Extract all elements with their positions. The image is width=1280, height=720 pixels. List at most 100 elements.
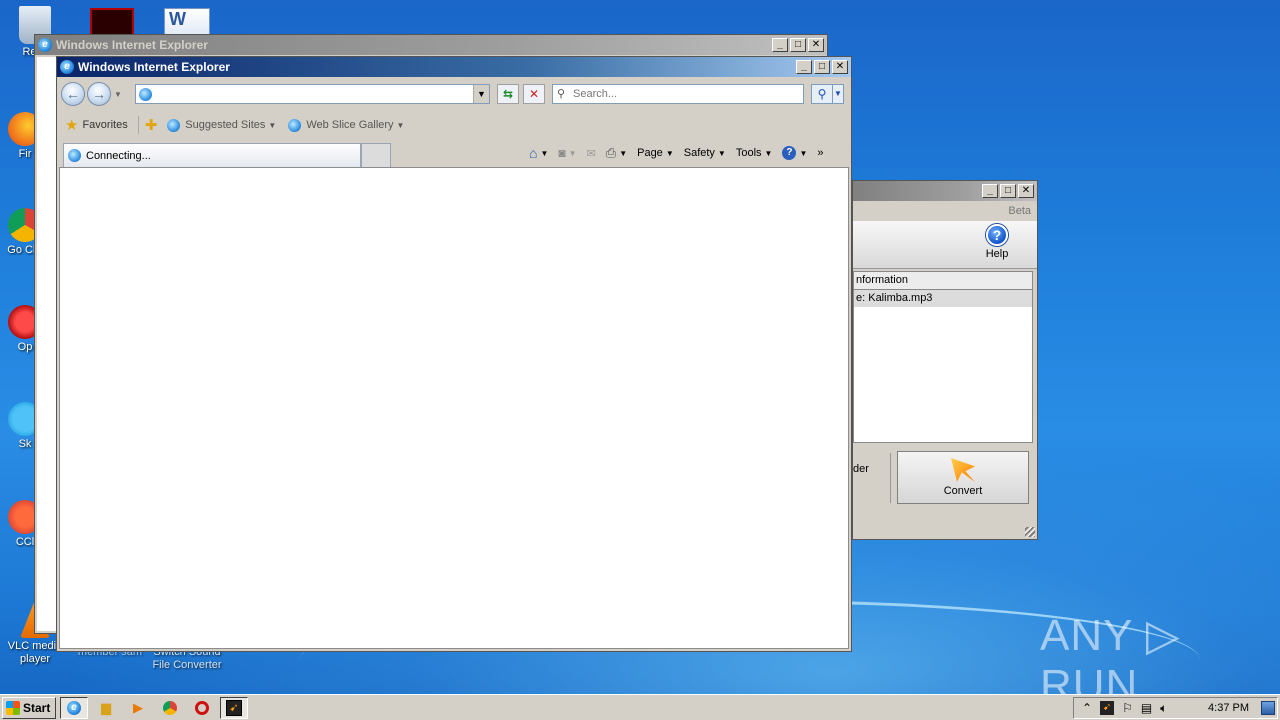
clock[interactable]: 4:37 PM	[1208, 702, 1249, 714]
print-button[interactable]: ⎙ ▼	[606, 145, 627, 161]
favorites-button[interactable]: ★ Favorites	[65, 116, 128, 134]
chevron-down-icon: ▼	[396, 120, 405, 130]
page-menu[interactable]: Page ▼	[637, 147, 674, 159]
new-tab-button[interactable]	[361, 143, 391, 167]
show-desktop-button[interactable]	[1261, 701, 1275, 715]
search-options-dropdown[interactable]: ▼	[832, 84, 844, 104]
page-content[interactable]	[59, 167, 849, 649]
back-button[interactable]: ←	[61, 82, 85, 106]
address-dropdown-icon[interactable]: ▼	[473, 85, 489, 103]
taskbar-media-player-button[interactable]: ▶	[124, 697, 152, 719]
chevron-down-icon: ▼	[268, 120, 277, 130]
address-bar[interactable]: ▼	[135, 84, 490, 104]
chevron-down-icon: ▼	[799, 148, 808, 158]
list-column-header[interactable]: nformation	[854, 272, 1032, 290]
command-bar: ⌂ ▼ ◙ ▼ ✉ ⎙ ▼ Page ▼ Safety ▼ Tools ▼ ? ▼ »	[519, 145, 824, 161]
rss-icon: ◙	[558, 146, 566, 160]
media-player-icon: ▶	[133, 699, 143, 715]
close-button[interactable]: ✕	[832, 60, 848, 74]
tab-label: Connecting...	[86, 149, 151, 162]
help-button[interactable]: ? Help	[977, 224, 1017, 260]
show-hidden-icons-icon[interactable]: ⌃	[1082, 701, 1092, 715]
ie-front-titlebar[interactable]: e Windows Internet Explorer _ □ ✕	[57, 57, 851, 77]
ie-page-icon	[167, 118, 181, 132]
convert-label: Convert	[943, 485, 983, 497]
convert-button[interactable]: Convert	[897, 451, 1029, 504]
beta-label: Beta	[1008, 205, 1031, 217]
search-glass-icon: ⚲	[557, 88, 566, 100]
ie-page-icon	[68, 149, 81, 162]
refresh-button[interactable]: ⇆	[497, 84, 519, 104]
search-input[interactable]: Search...	[552, 84, 804, 104]
taskbar-opera-button[interactable]	[188, 697, 216, 719]
printer-icon: ⎙	[605, 145, 617, 160]
converter-titlebar[interactable]: _ □ ✕	[853, 181, 1037, 201]
window-title: Windows Internet Explorer	[56, 38, 208, 52]
desktop-icon-label: VLC media player	[7, 640, 63, 665]
taskbar-chrome-button[interactable]	[156, 697, 184, 719]
minimize-button[interactable]: _	[982, 184, 998, 198]
chevron-down-icon: ▼	[665, 148, 674, 158]
mail-icon: ✉	[586, 147, 596, 160]
suggested-sites-link[interactable]: Suggested Sites ▼	[167, 118, 277, 132]
favorites-label: Favorites	[82, 119, 128, 131]
chevron-down-icon: ▼	[540, 148, 549, 158]
desktop-icon-label: Op	[17, 341, 33, 353]
chevron-down-icon: ▼	[764, 148, 773, 158]
recent-pages-dropdown-icon[interactable]: ▼	[114, 90, 122, 99]
converter-bottom-panel: der Convert	[853, 447, 1037, 509]
minimize-button[interactable]: _	[772, 38, 788, 52]
start-button[interactable]: Start	[2, 696, 56, 719]
system-tray: ⌃ ➹ ⚐ ▤ 🔈︎ 4:37 PM	[1073, 697, 1278, 719]
converter-window[interactable]: _ □ ✕ Beta ? Help nformation e: Kalimba.…	[852, 180, 1038, 540]
taskbar-ie-button[interactable]: e	[60, 696, 88, 719]
taskbar-converter-button[interactable]: ➹	[220, 696, 248, 719]
chevron-down-icon: ▼	[619, 148, 628, 158]
add-to-favorites-bar-button[interactable]: ✚	[145, 116, 162, 134]
resize-grip-icon[interactable]	[1025, 527, 1035, 537]
web-slice-gallery-link[interactable]: Web Slice Gallery ▼	[288, 118, 405, 132]
close-button[interactable]: ✕	[808, 38, 824, 52]
page-icon	[139, 88, 152, 101]
minimize-button[interactable]: _	[796, 60, 812, 74]
volume-icon[interactable]: 🔈︎	[1160, 701, 1167, 716]
folder-icon: ▆	[101, 699, 111, 715]
network-icon[interactable]: ▤	[1141, 701, 1152, 715]
help-icon: ?	[782, 146, 797, 160]
maximize-button[interactable]: □	[790, 38, 806, 52]
taskbar-explorer-button[interactable]: ▆	[92, 697, 120, 719]
home-icon: ⌂	[529, 145, 538, 161]
ie-page-icon	[288, 118, 302, 132]
tab-connecting[interactable]: Connecting...	[63, 143, 361, 167]
ie-front-window[interactable]: e Windows Internet Explorer _ □ ✕ ← → ▼ …	[56, 56, 852, 652]
ie-back-titlebar[interactable]: e Windows Internet Explorer _ □ ✕	[35, 35, 827, 55]
more-commands-button[interactable]: »	[817, 147, 823, 159]
close-button[interactable]: ✕	[1018, 184, 1034, 198]
navigation-bar: ← → ▼ ▼ ⇆ ✕ Search... ⚲ ⚲ ▼	[59, 79, 849, 109]
desktop-icon-label: Fir	[18, 148, 32, 160]
feeds-button[interactable]: ◙ ▼	[558, 146, 576, 160]
converter-toolbar: ? Help	[853, 221, 1037, 269]
home-button[interactable]: ⌂ ▼	[529, 145, 548, 161]
tools-menu[interactable]: Tools ▼	[736, 147, 773, 159]
converter-tray-icon[interactable]: ➹	[1100, 701, 1115, 715]
chevron-right-double-icon: »	[817, 147, 824, 159]
suggested-sites-label: Suggested Sites	[185, 119, 266, 131]
start-label: Start	[23, 700, 51, 715]
window-title: Windows Internet Explorer	[78, 60, 230, 74]
search-button[interactable]: ⚲	[811, 84, 833, 104]
safety-menu[interactable]: Safety ▼	[684, 147, 726, 159]
action-center-flag-icon[interactable]: ⚐	[1122, 701, 1133, 715]
maximize-button[interactable]: □	[814, 60, 830, 74]
help-menu[interactable]: ? ▼	[782, 146, 807, 160]
ie-icon: e	[60, 60, 74, 74]
file-list[interactable]: nformation e: Kalimba.mp3	[853, 271, 1033, 443]
maximize-button[interactable]: □	[1000, 184, 1016, 198]
opera-icon	[195, 700, 209, 715]
divider	[890, 453, 891, 503]
ie-icon: e	[67, 700, 81, 715]
forward-button[interactable]: →	[87, 82, 111, 106]
list-row[interactable]: e: Kalimba.mp3	[854, 290, 1032, 307]
stop-button[interactable]: ✕	[523, 84, 545, 104]
read-mail-button[interactable]: ✉	[587, 147, 596, 160]
